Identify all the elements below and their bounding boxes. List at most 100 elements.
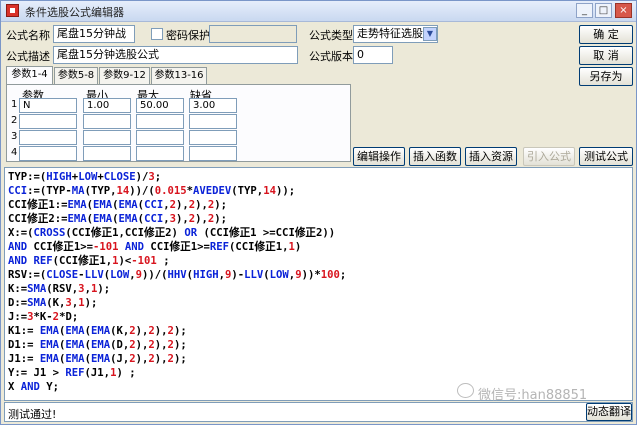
code-token: HHV	[167, 269, 187, 281]
code-token: X:=(	[8, 227, 34, 239]
code-line: K:=SMA(RSV,3,1);	[8, 282, 632, 296]
code-token: OR	[184, 227, 198, 239]
code-token: RSV:=(	[8, 269, 47, 281]
code-token: CLOSE	[103, 171, 136, 183]
code-token: CCI	[8, 185, 28, 197]
code-token: TYP:=(	[8, 171, 47, 183]
code-token: );	[97, 283, 111, 295]
wechat-icon	[457, 383, 474, 398]
translate-button[interactable]: 动态翻译	[586, 403, 632, 421]
code-token: REF	[33, 255, 53, 267]
param-name-cell[interactable]	[19, 130, 77, 145]
code-token: ),	[135, 339, 149, 351]
code-token: D:=	[8, 297, 28, 309]
code-token: EMA	[90, 339, 111, 351]
code-token: ) ;	[116, 367, 136, 379]
param-default-cell[interactable]	[189, 114, 237, 129]
cancel-button[interactable]: 取 消	[579, 46, 633, 65]
password-checkbox[interactable]	[151, 28, 163, 40]
code-token: AND	[8, 255, 28, 267]
tab-params-13-16[interactable]: 参数13-16	[151, 67, 207, 84]
code-token: HIGH	[46, 171, 72, 183]
code-token: LOW	[110, 269, 130, 281]
tab-params-9-12[interactable]: 参数9-12	[99, 67, 150, 84]
code-line: CCI修正1:=EMA(EMA(EMA(CCI,2),2),2);	[8, 198, 632, 212]
param-min-cell[interactable]	[83, 130, 131, 145]
param-name-cell[interactable]	[19, 146, 77, 161]
formula-name-label: 公式名称	[6, 29, 50, 42]
code-token: CLOSE	[46, 269, 79, 281]
param-max-cell[interactable]	[136, 114, 184, 129]
code-token: EMA	[39, 353, 60, 365]
code-token: EMA	[118, 199, 138, 211]
code-token: );	[173, 339, 187, 351]
param-min-cell[interactable]: 1.00	[83, 98, 131, 113]
code-token: EMA	[93, 213, 113, 225]
formula-code-editor[interactable]: TYP:=(HIGH+LOW+CLOSE)/3; CCI:=(TYP-MA(TYP…	[4, 167, 633, 401]
param-max-cell[interactable]: 50.00	[136, 98, 184, 113]
code-token: AND	[20, 381, 40, 393]
code-token: ))/(	[129, 185, 155, 197]
window-title: 条件选股公式编辑器	[25, 6, 124, 19]
code-token: K:=	[8, 283, 28, 295]
code-token: ),	[135, 325, 149, 337]
param-name-cell[interactable]: N	[19, 98, 77, 113]
code-line: RSV:=(CLOSE-LLV(LOW,9))/(HHV(HIGH,9)-LLV…	[8, 268, 632, 282]
code-line: J1:= EMA(EMA(EMA(J,2),2),2);	[8, 352, 632, 366]
code-token: (K,	[46, 297, 66, 309]
watermark-text: 微信号:han88851	[478, 388, 588, 403]
insert-function-button[interactable]: 插入函数	[409, 147, 461, 166]
code-token: );	[214, 213, 228, 225]
code-token: )-	[231, 269, 245, 281]
code-token: ),	[154, 339, 168, 351]
code-token: 0.015	[154, 185, 187, 197]
chevron-down-icon[interactable]: ▼	[423, 27, 437, 41]
code-token: MA	[71, 185, 85, 197]
ok-button[interactable]: 确 定	[579, 25, 633, 44]
edit-ops-button[interactable]: 编辑操作	[353, 147, 405, 166]
param-max-cell[interactable]	[136, 146, 184, 161]
code-token: (J,	[110, 353, 130, 365]
code-token: ),	[154, 325, 168, 337]
param-min-cell[interactable]	[83, 146, 131, 161]
test-formula-button[interactable]: 测试公式	[579, 147, 633, 166]
code-token: ));	[275, 185, 296, 197]
code-token: AND	[124, 241, 145, 253]
code-token: ),	[135, 353, 149, 365]
password-input[interactable]	[209, 25, 297, 43]
tab-params-1-4[interactable]: 参数1-4	[6, 66, 53, 84]
minimize-button[interactable]: _	[576, 3, 593, 18]
code-token: EMA	[65, 353, 85, 365]
title-bar[interactable]: 条件选股公式编辑器 _ □ ×	[1, 1, 636, 22]
import-formula-button[interactable]: 引入公式	[523, 147, 575, 166]
param-min-cell[interactable]	[83, 114, 131, 129]
code-token: (CCI修正1,	[52, 255, 113, 267]
param-default-cell[interactable]: 3.00	[189, 98, 237, 113]
tab-params-5-8[interactable]: 参数5-8	[54, 67, 98, 84]
insert-resource-button[interactable]: 插入资源	[465, 147, 517, 166]
formula-version-input[interactable]: 0	[353, 46, 393, 64]
code-token: (K,	[110, 325, 130, 337]
code-token: ;	[154, 171, 162, 183]
param-row-number: 3	[11, 131, 18, 142]
save-as-button[interactable]: 另存为	[579, 67, 633, 86]
code-line: AND REF(CCI修正1,1)<-101 ;	[8, 254, 632, 268]
formula-desc-input[interactable]: 尾盘15分钟选股公式	[53, 46, 298, 64]
code-token: EMA	[93, 199, 113, 211]
param-default-cell[interactable]	[189, 146, 237, 161]
formula-type-value: 走势特征选股	[357, 27, 423, 40]
code-token: );	[214, 199, 228, 211]
code-line: X:=(CROSS(CCI修正1,CCI修正2) OR (CCI修正1 >=CC…	[8, 226, 632, 240]
formula-name-input[interactable]: 尾盘15分钟战	[53, 25, 135, 43]
param-max-cell[interactable]	[136, 130, 184, 145]
maximize-button[interactable]: □	[595, 3, 612, 18]
code-token: ))/(	[142, 269, 168, 281]
code-token: (J1,	[84, 367, 111, 379]
code-token: CROSS	[33, 227, 66, 239]
code-token: K1:=	[8, 325, 40, 337]
param-default-cell[interactable]	[189, 130, 237, 145]
param-name-cell[interactable]	[19, 114, 77, 129]
code-token: EMA	[118, 213, 138, 225]
close-button[interactable]: ×	[615, 3, 632, 18]
code-token: (D,	[110, 339, 130, 351]
